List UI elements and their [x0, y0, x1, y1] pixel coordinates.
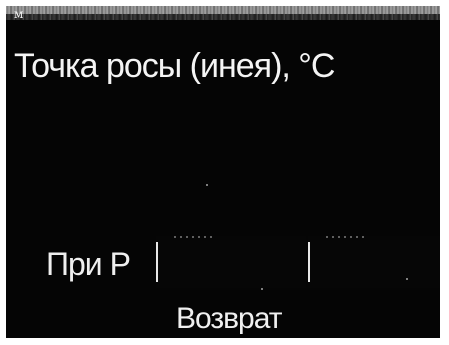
- field-dotted-edge: [326, 236, 366, 238]
- return-button[interactable]: Возврат: [176, 302, 282, 336]
- corner-indicator: м: [14, 7, 23, 21]
- noise-speck: [406, 278, 408, 280]
- noise-speck: [261, 288, 263, 290]
- field-cursor-bar: [156, 242, 158, 282]
- page-title: Точка росы (инея), °C: [14, 47, 335, 85]
- value-field-2[interactable]: [308, 236, 440, 288]
- display-screen: м Точка росы (инея), °C При Р Возврат: [6, 6, 440, 338]
- top-status-strip: [6, 6, 440, 20]
- pressure-label: При Р: [46, 246, 131, 282]
- field-dotted-edge: [174, 236, 214, 238]
- noise-speck: [206, 184, 208, 186]
- field-cursor-bar: [308, 242, 310, 282]
- page: м Точка росы (инея), °C При Р Возврат: [0, 0, 449, 345]
- value-field-1[interactable]: [156, 236, 306, 288]
